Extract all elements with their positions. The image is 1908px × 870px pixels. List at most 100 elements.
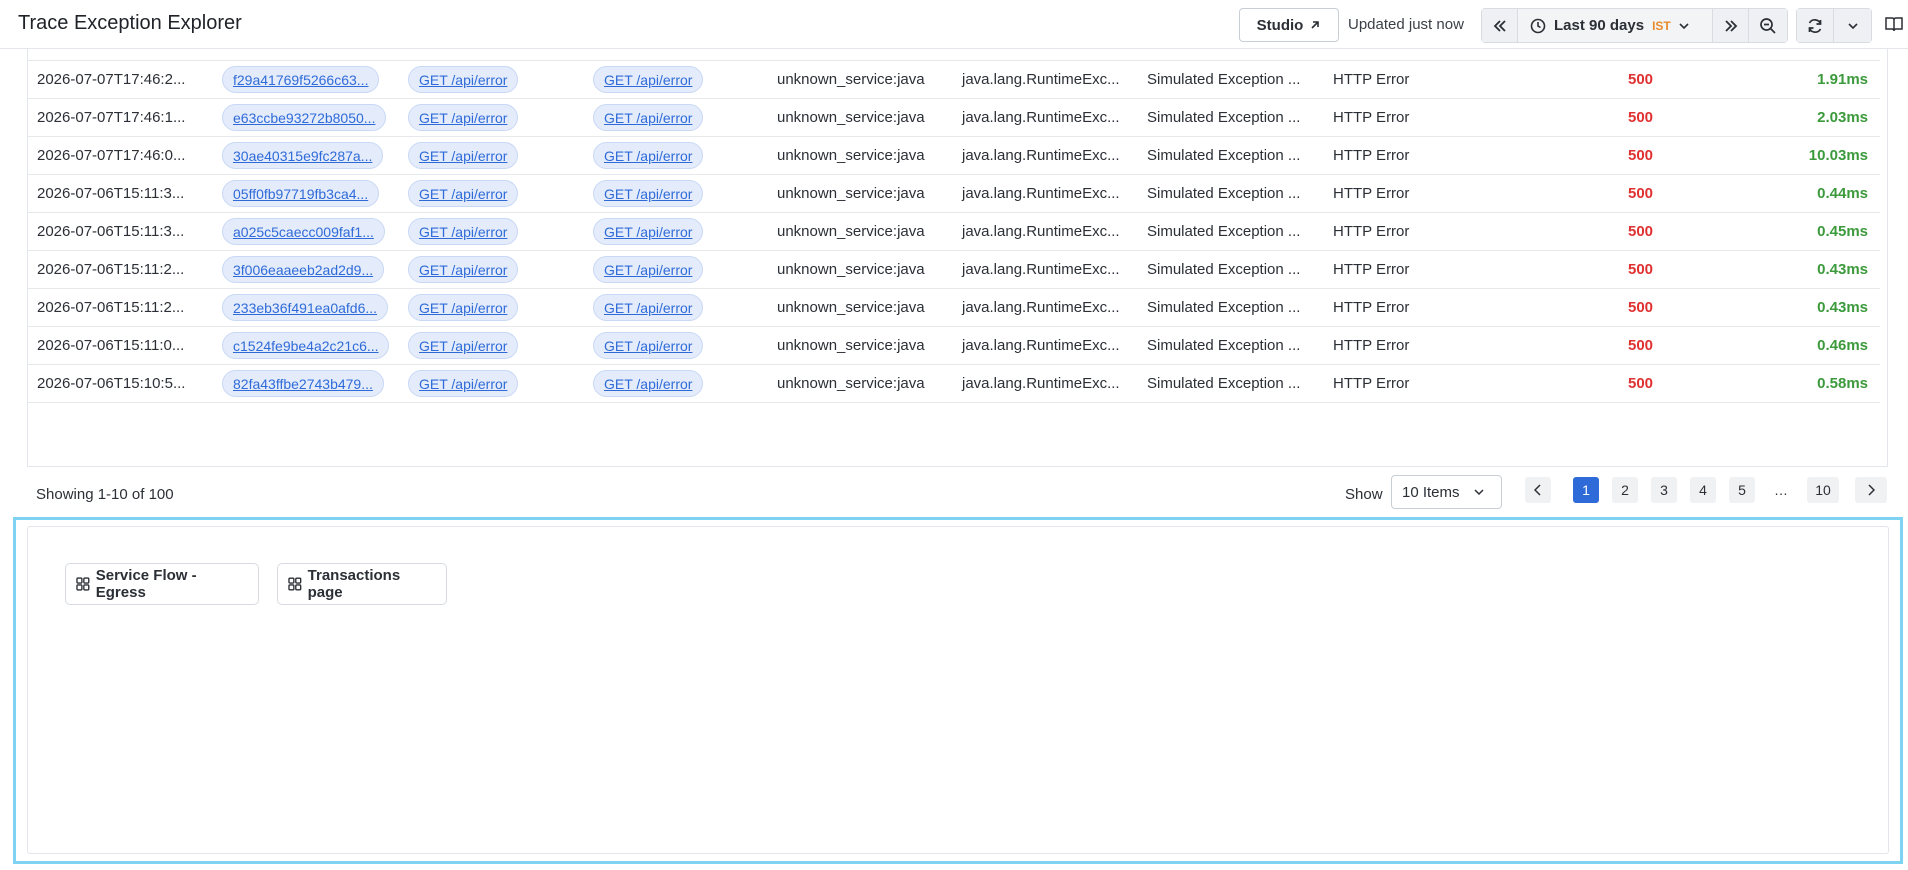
cell-exception-type: java.lang.RuntimeExc... — [962, 109, 1120, 126]
cell-exception-type: java.lang.RuntimeExc... — [962, 375, 1120, 392]
cell-error-type: HTTP Error — [1333, 299, 1410, 316]
cell-trace-id[interactable]: c1524fe9be4a2c21c6... — [222, 332, 389, 359]
cell-operation[interactable]: GET /api/error — [408, 294, 518, 321]
cell-error-type: HTTP Error — [1333, 109, 1410, 126]
cell-error-type: HTTP Error — [1333, 71, 1410, 88]
cell-operation[interactable]: GET /api/error — [408, 332, 518, 359]
cell-service: unknown_service:java — [777, 375, 925, 392]
cell-time: 2026-07-07T17:46:1... — [37, 109, 186, 126]
chevron-down-icon — [1474, 489, 1484, 496]
cell-exception-message: Simulated Exception ... — [1147, 71, 1301, 88]
cell-status-code: 500 — [1628, 185, 1654, 202]
table-row[interactable]: 2026-07-06T15:11:2... 3f006eaaeeb2ad2d9..… — [28, 251, 1880, 289]
cell-duration: 0.43ms — [1817, 299, 1868, 316]
cell-status-code: 500 — [1628, 223, 1654, 240]
cell-root-operation[interactable]: GET /api/error — [593, 218, 703, 245]
cell-operation[interactable]: GET /api/error — [408, 104, 518, 131]
table-row[interactable]: 2026-07-06T15:11:2... 233eb36f491ea0afd6.… — [28, 289, 1880, 327]
cell-root-operation[interactable]: GET /api/error — [593, 332, 703, 359]
cell-trace-id[interactable]: e63ccbe93272b8050... — [222, 104, 387, 131]
cell-duration: 0.46ms — [1817, 337, 1868, 354]
cell-time: 2026-07-06T15:10:5... — [37, 375, 186, 392]
cell-duration: 2.03ms — [1817, 109, 1868, 126]
cell-time: 2026-07-06T15:11:0... — [37, 337, 185, 354]
cell-operation[interactable]: GET /api/error — [408, 218, 518, 245]
cell-exception-type: java.lang.RuntimeExc... — [962, 147, 1120, 164]
page-10-button[interactable]: 10 — [1807, 477, 1839, 503]
cell-status-code: 500 — [1628, 147, 1654, 164]
cell-status-code: 500 — [1628, 261, 1654, 278]
table-row[interactable]: 2026-07-06T15:11:3... a025c5caecc009faf1.… — [28, 213, 1880, 251]
cell-root-operation[interactable]: GET /api/error — [593, 142, 703, 169]
cell-exception-message: Simulated Exception ... — [1147, 337, 1301, 354]
cell-trace-id[interactable]: 30ae40315e9fc287a... — [222, 142, 384, 169]
cell-error-type: HTTP Error — [1333, 185, 1410, 202]
links-panel-body: Service Flow - Egress Transactions page — [27, 526, 1889, 854]
cell-operation[interactable]: GET /api/error — [408, 142, 518, 169]
next-page-button[interactable] — [1855, 477, 1887, 503]
cell-operation[interactable]: GET /api/error — [408, 66, 518, 93]
cell-root-operation[interactable]: GET /api/error — [593, 370, 703, 397]
cell-exception-type: java.lang.RuntimeExc... — [962, 261, 1120, 278]
page-3-button[interactable]: 3 — [1651, 477, 1677, 503]
cell-service: unknown_service:java — [777, 299, 925, 316]
cell-service: unknown_service:java — [777, 261, 925, 278]
cell-exception-message: Simulated Exception ... — [1147, 375, 1301, 392]
cell-root-operation[interactable]: GET /api/error — [593, 66, 703, 93]
transactions-page-button[interactable]: Transactions page — [277, 563, 447, 605]
cell-service: unknown_service:java — [777, 223, 925, 240]
cell-error-type: HTTP Error — [1333, 337, 1410, 354]
cell-time: 2026-07-06T15:11:2... — [37, 299, 185, 316]
table-row[interactable]: 2026-07-07T17:46:2... f29a41769f5266c63..… — [28, 61, 1880, 99]
cell-duration: 0.58ms — [1817, 375, 1868, 392]
cell-trace-id[interactable]: 3f006eaaeeb2ad2d9... — [222, 256, 385, 283]
page-5-button[interactable]: 5 — [1729, 477, 1755, 503]
cell-time: 2026-07-07T17:46:0... — [37, 147, 186, 164]
cell-error-type: HTTP Error — [1333, 261, 1410, 278]
cell-exception-message: Simulated Exception ... — [1147, 223, 1301, 240]
table-row[interactable]: 2026-07-06T15:11:0... c1524fe9be4a2c21c6.… — [28, 327, 1880, 365]
cell-exception-message: Simulated Exception ... — [1147, 147, 1301, 164]
page-size-select[interactable]: 10 Items — [1391, 475, 1502, 509]
showing-count: Showing 1-10 of 100 — [36, 486, 174, 503]
cell-root-operation[interactable]: GET /api/error — [593, 180, 703, 207]
table-row[interactable]: 2026-07-06T15:10:5... 82fa43ffbe2743b479.… — [28, 365, 1880, 403]
cell-exception-type: java.lang.RuntimeExc... — [962, 71, 1120, 88]
cell-exception-message: Simulated Exception ... — [1147, 109, 1301, 126]
cell-exception-type: java.lang.RuntimeExc... — [962, 299, 1120, 316]
page-ellipsis: … — [1774, 482, 1788, 498]
table-row[interactable]: 2026-07-06T15:11:3... 05ff0fb97719fb3ca4.… — [28, 175, 1880, 213]
cell-status-code: 500 — [1628, 71, 1654, 88]
table-row[interactable]: 2026-07-07T17:46:1... e63ccbe93272b8050..… — [28, 99, 1880, 137]
cell-exception-message: Simulated Exception ... — [1147, 261, 1301, 278]
prev-page-button[interactable] — [1525, 477, 1551, 503]
transactions-page-label: Transactions page — [307, 567, 401, 601]
cell-trace-id[interactable]: a025c5caecc009faf1... — [222, 218, 385, 245]
page-4-button[interactable]: 4 — [1690, 477, 1716, 503]
cell-error-type: HTTP Error — [1333, 223, 1410, 240]
book-icon[interactable] — [1885, 16, 1903, 32]
page-2-button[interactable]: 2 — [1612, 477, 1638, 503]
cell-operation[interactable]: GET /api/error — [408, 370, 518, 397]
service-flow-egress-button[interactable]: Service Flow - Egress — [65, 563, 259, 605]
cell-trace-id[interactable]: 233eb36f491ea0afd6... — [222, 294, 389, 321]
service-flow-egress-label: Service Flow - Egress — [95, 567, 197, 601]
cell-time: 2026-07-06T15:11:3... — [37, 223, 185, 240]
cell-status-code: 500 — [1628, 109, 1654, 126]
table-row[interactable]: 2026-07-07T17:46:0... 30ae40315e9fc287a..… — [28, 137, 1880, 175]
cell-status-code: 500 — [1628, 375, 1654, 392]
cell-trace-id[interactable]: 05ff0fb97719fb3ca4... — [222, 180, 380, 207]
cell-root-operation[interactable]: GET /api/error — [593, 294, 703, 321]
cell-status-code: 500 — [1628, 337, 1654, 354]
page-size-value: 10 Items — [1402, 483, 1460, 501]
cell-service: unknown_service:java — [777, 109, 925, 126]
page-1-button[interactable]: 1 — [1573, 477, 1599, 503]
cell-duration: 1.91ms — [1817, 71, 1868, 88]
cell-exception-message: Simulated Exception ... — [1147, 299, 1301, 316]
cell-root-operation[interactable]: GET /api/error — [593, 104, 703, 131]
cell-trace-id[interactable]: 82fa43ffbe2743b479... — [222, 370, 384, 397]
cell-trace-id[interactable]: f29a41769f5266c63... — [222, 66, 380, 93]
cell-operation[interactable]: GET /api/error — [408, 256, 518, 283]
cell-operation[interactable]: GET /api/error — [408, 180, 518, 207]
cell-root-operation[interactable]: GET /api/error — [593, 256, 703, 283]
